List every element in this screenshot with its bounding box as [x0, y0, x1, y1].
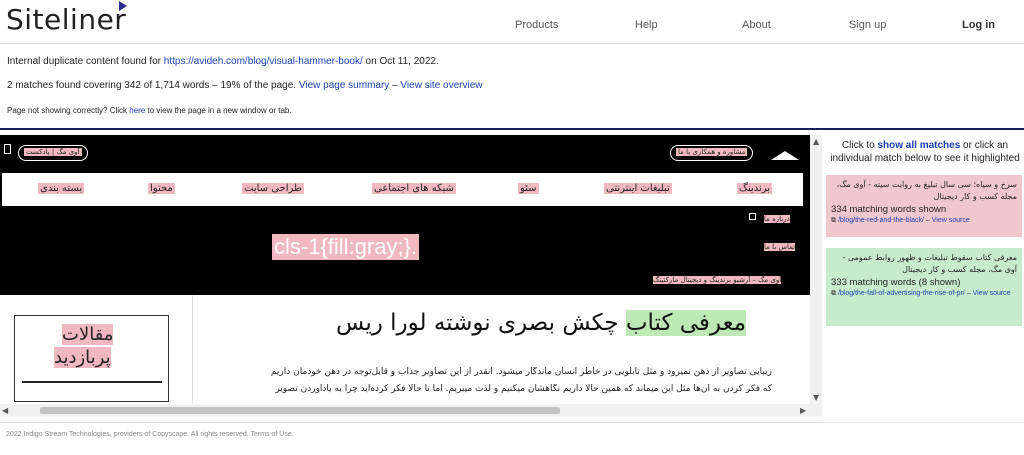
page-preview-frame[interactable]: آوی مگ | پادکست مشاوره و همکاری با ما بر…: [0, 135, 810, 417]
footer-divider: [0, 422, 1024, 423]
external-link-icon: ⧉: [831, 290, 838, 297]
siteliner-logo[interactable]: Siteliner: [6, 3, 126, 36]
site-nav-item[interactable]: بسته بندی: [38, 183, 85, 194]
duplicate-content-summary: Internal duplicate content found for htt…: [7, 56, 439, 67]
article-paragraph-line: زیبایی تصاویر از ذهن نمیرود و مثل تابلوی…: [270, 367, 772, 377]
menu-icon[interactable]: [4, 144, 11, 154]
scroll-up-icon[interactable]: ▲: [813, 137, 819, 146]
show-all-matches-link[interactable]: show all matches: [877, 140, 960, 151]
match-path-link[interactable]: /blog/the-fall-of-advertising-the-rise-o…: [838, 290, 965, 297]
site-nav-row: برندینگ تبلیغات اینترنتی سئو شبکه های اج…: [2, 173, 803, 206]
source-separator: –: [923, 217, 932, 224]
popular-articles-subtitle: پربازدید: [54, 347, 111, 368]
about-link[interactable]: درباره ما: [764, 215, 790, 223]
summary-date: on Oct 11, 2022.: [362, 56, 439, 67]
matches-count-text: 2 matches found covering 342 of 1,714 wo…: [7, 80, 299, 91]
top-header: Siteliner Products Help About Sign up Lo…: [0, 0, 1024, 44]
consult-pill[interactable]: مشاوره و همکاری با ما: [670, 145, 754, 161]
external-link-icon: ⧉: [831, 217, 838, 224]
nav-products[interactable]: Products: [515, 19, 558, 31]
horizontal-scrollbar[interactable]: ◀ ▶: [0, 404, 810, 417]
headline-match-highlight[interactable]: معرفی کتاب: [625, 310, 747, 336]
contact-link[interactable]: تماس با ما: [764, 243, 796, 251]
matches-summary: 2 matches found covering 342 of 1,714 wo…: [7, 80, 483, 91]
article-paragraph-line: که فکر کردن به آن‌ها مثل این میماند که ه…: [275, 384, 772, 394]
footer-copyright: 2022 Indigo Stream Technologies, provide…: [6, 431, 294, 438]
help-note-suffix: to view the page in a new window or tab.: [145, 106, 292, 115]
nav-sign-up[interactable]: Sign up: [849, 19, 886, 31]
podcast-pill[interactable]: آوی مگ | پادکست: [18, 145, 88, 161]
match-title: سرخ و سیاه؛ سی سال تبلیغ به روایت سیته -…: [836, 180, 1017, 201]
help-note-prefix: Page not showing correctly? Click: [7, 106, 130, 115]
podcast-pill-label: آوی مگ | پادکست: [24, 148, 82, 156]
box-underline: [22, 381, 162, 383]
consult-pill-label: مشاوره و همکاری با ما: [676, 148, 748, 156]
site-nav-item[interactable]: سئو: [518, 183, 539, 194]
headline-rest: چکش بصری نوشته لورا ریس: [336, 310, 626, 336]
match-source-line: ⧉ /blog/the-fall-of-advertising-the-rise…: [831, 290, 1017, 298]
section-divider: [0, 128, 1024, 130]
article-headline: معرفی کتاب چکش بصری نوشته لورا ریس: [336, 310, 747, 336]
popular-articles-title: مقالات: [62, 324, 114, 345]
scroll-right-icon[interactable]: ▶: [800, 406, 806, 415]
site-nav-item[interactable]: تبلیغات اینترنتی: [604, 183, 672, 194]
site-nav-item[interactable]: شبکه های اجتماعی: [372, 183, 456, 194]
match-title: معرفی کتاب سقوط تبلیغات و ظهور روابط عمو…: [842, 253, 1017, 274]
scroll-left-icon[interactable]: ◀: [2, 406, 8, 415]
css-leak-text: cls-1{fill:gray;}.: [272, 234, 420, 260]
mag-archive-link[interactable]: آوی مگ – آرشیو برندینگ و دیجیتال مارکتین…: [653, 276, 782, 284]
source-separator: –: [964, 290, 973, 297]
match-item[interactable]: سرخ و سیاه؛ سی سال تبلیغ به روایت سیته -…: [826, 175, 1022, 237]
view-source-link[interactable]: View source: [932, 217, 970, 224]
match-path-link[interactable]: /blog/the-red-and-the-black/: [838, 217, 924, 224]
intro-prefix: Click to: [841, 140, 878, 151]
match-source-line: ⧉ /blog/the-red-and-the-black/ – View so…: [831, 217, 1017, 225]
nav-log-in[interactable]: Log in: [962, 19, 995, 31]
summary-separator: –: [389, 80, 401, 91]
column-divider: [192, 295, 193, 417]
view-page-summary-link[interactable]: View page summary: [299, 80, 389, 91]
display-help-note: Page not showing correctly? Click here t…: [7, 106, 292, 115]
match-item[interactable]: معرفی کتاب سقوط تبلیغات و ظهور روابط عمو…: [826, 248, 1022, 326]
chevron-up-icon[interactable]: [771, 151, 799, 160]
analyzed-url-link[interactable]: https://avideh.com/blog/visual-hammer-bo…: [164, 56, 363, 67]
vertical-scrollbar[interactable]: ▲ ▼: [810, 135, 822, 417]
match-word-count: 334 matching words shown: [831, 204, 947, 215]
site-nav-item[interactable]: محتوا: [148, 183, 175, 194]
match-word-count: 333 matching words (8 shown): [831, 277, 961, 288]
site-nav-item[interactable]: برندینگ: [737, 183, 773, 194]
site-header-band: آوی مگ | پادکست مشاوره و همکاری با ما بر…: [0, 135, 810, 295]
summary-prefix: Internal duplicate content found for: [7, 56, 164, 67]
horizontal-scroll-thumb[interactable]: [40, 407, 560, 414]
site-nav-item[interactable]: طراحی سایت: [242, 183, 304, 194]
siteliner-page: Siteliner Products Help About Sign up Lo…: [0, 0, 1024, 455]
checkbox-icon: [749, 213, 756, 220]
matches-panel-intro: Click to show all matches or click an in…: [826, 139, 1024, 165]
view-site-overview-link[interactable]: View site overview: [400, 80, 482, 91]
nav-help[interactable]: Help: [635, 19, 658, 31]
view-source-link[interactable]: View source: [973, 290, 1011, 297]
logo-triangle-icon: [119, 1, 127, 11]
open-new-window-link[interactable]: here: [129, 106, 145, 115]
scroll-down-icon[interactable]: ▼: [813, 393, 819, 402]
nav-about[interactable]: About: [742, 19, 771, 31]
